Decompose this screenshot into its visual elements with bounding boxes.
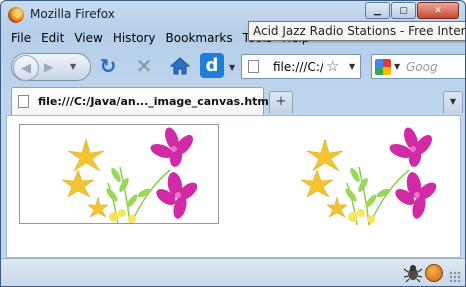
flower-image (259, 125, 459, 225)
flower-illustration (61, 127, 198, 223)
close-button[interactable]: ✕ (417, 2, 459, 19)
menu-view[interactable]: View (69, 30, 107, 48)
search-bar[interactable]: ▼ Goog (371, 54, 465, 79)
navigation-toolbar: ◀ ▶ ▼ ↻ ✕ d ▼ file:///C:/ ☆ ▼ ▼ Goog (1, 49, 465, 83)
back-forward-group: ◀ ▶ ▼ (11, 53, 91, 81)
page-content (6, 115, 461, 258)
menu-bookmarks[interactable]: Bookmarks (161, 30, 238, 48)
stop-icon[interactable]: ✕ (133, 54, 155, 78)
minimize-button[interactable]: ▁ (365, 2, 390, 19)
tab-list-dropdown-icon[interactable]: ▼ (443, 91, 463, 113)
tab-strip: file:///C:/Java/an..._image_canvas.html … (1, 83, 465, 115)
addon-dropdown-icon[interactable]: ▼ (229, 63, 235, 72)
maximize-button[interactable]: ▢ (391, 2, 416, 19)
resize-grip-icon[interactable] (449, 271, 461, 283)
search-placeholder[interactable]: Goog (406, 60, 438, 74)
search-engine-dropdown-icon[interactable]: ▼ (394, 62, 400, 71)
tab-label: file:///C:/Java/an..._image_canvas.html (38, 95, 273, 108)
dictionary-d-icon[interactable]: d (200, 53, 224, 78)
bookmark-star-icon[interactable]: ☆ (326, 57, 339, 75)
firefox-logo-icon (8, 7, 24, 23)
tab-active[interactable]: file:///C:/Java/an..._image_canvas.html (11, 87, 273, 115)
window-title: Mozilla Firefox (30, 7, 115, 21)
reload-icon[interactable]: ↻ (97, 54, 119, 78)
page-icon (248, 60, 259, 73)
menu-file[interactable]: File (6, 30, 36, 48)
forward-arrow-icon[interactable]: ▶ (44, 60, 53, 74)
firebug-icon[interactable] (403, 263, 423, 283)
flower-canvas (19, 124, 219, 224)
cookie-icon[interactable] (425, 264, 443, 282)
status-bar (1, 258, 465, 286)
google-g-icon[interactable] (375, 59, 391, 75)
browser-window: Mozilla Firefox ▁ ▢ ✕ File Edit View His… (0, 0, 466, 287)
menu-edit[interactable]: Edit (36, 30, 69, 48)
home-icon[interactable] (169, 55, 191, 77)
menu-history[interactable]: History (108, 30, 161, 48)
new-tab-button[interactable]: + (269, 91, 293, 113)
page-icon (18, 95, 29, 108)
url-text[interactable]: file:///C:/ (273, 60, 323, 74)
history-dropdown-icon[interactable]: ▼ (70, 62, 76, 71)
back-arrow-icon[interactable]: ◀ (13, 55, 39, 81)
window-controls: ▁ ▢ ✕ (365, 2, 459, 19)
flower-illustration (300, 127, 437, 225)
url-dropdown-icon[interactable]: ▼ (349, 62, 355, 71)
url-bar[interactable]: file:///C:/ ☆ ▼ (241, 54, 361, 79)
tooltip: Acid Jazz Radio Stations - Free Internet… (248, 21, 465, 41)
